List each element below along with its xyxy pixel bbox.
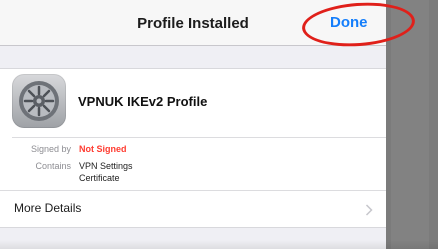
contains-label: Contains [35,161,71,171]
profile-card: VPNUK IKEv2 Profile Signed by Not Signed… [0,68,386,228]
contains-value-certificate: Certificate [79,173,120,183]
signed-by-label: Signed by [30,144,71,154]
more-details-row[interactable]: More Details [0,191,386,229]
screenshot-frame: Profile Installed Done VPNUK IKEv2 Profi… [0,0,438,249]
bottom-shadow [0,240,438,249]
more-details-label: More Details [14,201,82,215]
signed-by-value: Not Signed [79,144,127,154]
profile-name: VPNUK IKEv2 Profile [78,94,208,109]
settings-gear-icon [12,74,66,128]
chevron-right-icon [365,204,373,216]
divider [12,137,386,138]
contains-value-vpn-settings: VPN Settings [79,161,133,171]
